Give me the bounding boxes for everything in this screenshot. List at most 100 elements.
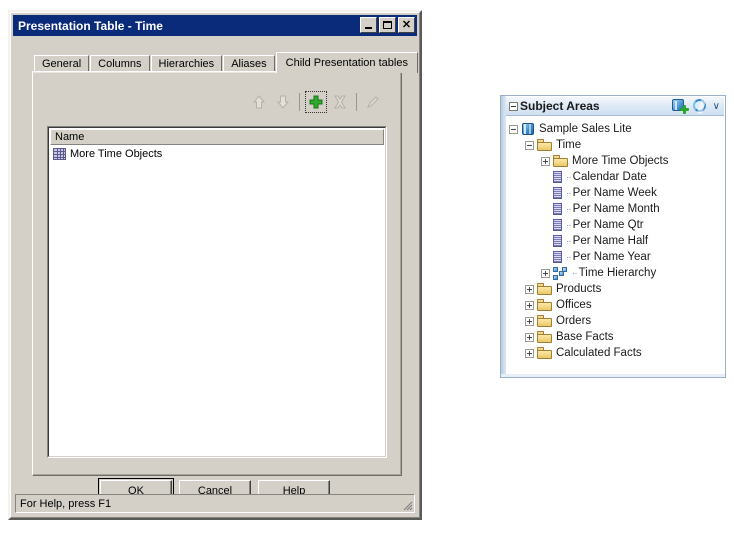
tree-connector: ·· <box>566 219 572 231</box>
subject-area-icon <box>521 122 535 136</box>
tree-item-label: Base Facts <box>556 331 614 343</box>
folder-icon <box>537 331 552 343</box>
tree-connector: ·· <box>572 267 578 279</box>
chevron-down-icon[interactable]: ∨ <box>713 101 720 112</box>
move-down-button[interactable] <box>271 90 295 114</box>
tree-item-per-name-year[interactable]: ·· Per Name Year <box>507 249 723 265</box>
minimize-button[interactable] <box>360 17 377 33</box>
folder-icon <box>537 347 552 359</box>
tree-item-sample-sales-lite[interactable]: Sample Sales Lite <box>507 121 723 137</box>
dialog-titlebar[interactable]: Presentation Table - Time ✕ <box>13 15 417 36</box>
list-item[interactable]: More Time Objects <box>49 146 385 162</box>
subject-areas-title: Subject Areas <box>520 99 600 113</box>
tree-item-base-facts[interactable]: Base Facts <box>507 329 723 345</box>
folder-body <box>537 302 552 311</box>
move-up-icon <box>252 95 266 109</box>
window-controls: ✕ <box>360 17 415 33</box>
listview-column-header-name[interactable]: Name <box>50 129 384 145</box>
plus-badge <box>679 105 689 114</box>
dialog-title: Presentation Table - Time <box>18 18 163 33</box>
presentation-table-dialog: Presentation Table - Time ✕ General Colu… <box>8 10 422 520</box>
folder-icon <box>537 283 552 295</box>
listview-surface: Name More Time Objects <box>48 127 386 457</box>
tree-item-label: Orders <box>556 315 592 327</box>
tab-panel: Name More Time Objects <box>32 71 402 476</box>
folder-body <box>537 286 552 295</box>
expander-plus-icon[interactable] <box>525 284 534 294</box>
tree-item-products[interactable]: Products <box>507 281 723 297</box>
edit-icon <box>367 96 379 108</box>
hierarchy-node-3 <box>553 274 558 280</box>
subject-areas-header: Subject Areas ∨ <box>506 97 724 116</box>
tree-item-label: Per Name Month <box>572 203 660 215</box>
expander-plus-icon[interactable] <box>525 300 534 310</box>
tree-item-calendar-date[interactable]: ·· Calendar Date <box>507 169 723 185</box>
status-bar: For Help, press F1 <box>15 494 415 513</box>
refresh-arc <box>692 99 706 112</box>
maximize-button[interactable] <box>379 17 396 33</box>
panel-header-icons: ∨ <box>671 98 724 114</box>
tree-item-label: Time Hierarchy <box>578 267 657 279</box>
column-icon <box>553 187 562 199</box>
child-tables-listview[interactable]: Name More Time Objects <box>47 126 387 458</box>
column-icon <box>553 235 562 247</box>
folder-icon <box>537 315 552 327</box>
expander-plus-icon[interactable] <box>525 316 534 326</box>
panel-left-strip <box>501 96 506 377</box>
add-icon <box>309 95 323 109</box>
move-down-icon <box>276 95 290 109</box>
status-bar-text: For Help, press F1 <box>20 497 112 510</box>
tab-child-presentation-tables[interactable]: Child Presentation tables <box>275 52 418 73</box>
tree-item-per-name-month[interactable]: ·· Per Name Month <box>507 201 723 217</box>
tree-connector: ·· <box>566 203 572 215</box>
folder-icon <box>553 155 568 167</box>
expander-plus-icon[interactable] <box>541 156 550 166</box>
tree-connector: ·· <box>566 235 572 247</box>
tree-item-label: Sample Sales Lite <box>539 123 632 135</box>
tree-connector: ·· <box>566 187 572 199</box>
resize-grip-icon[interactable] <box>401 499 413 511</box>
hierarchy-icon <box>553 266 568 280</box>
panel-bottom-strip <box>501 374 725 377</box>
folder-icon <box>537 139 552 151</box>
tree-item-per-name-half[interactable]: ·· Per Name Half <box>507 233 723 249</box>
close-button[interactable]: ✕ <box>398 17 415 33</box>
tree-item-label: Per Name Year <box>572 251 651 263</box>
subject-area-band-1 <box>524 124 526 134</box>
column-icon <box>553 219 562 231</box>
folder-body <box>537 350 552 359</box>
column-icon <box>553 251 562 263</box>
add-button[interactable] <box>304 90 328 114</box>
folder-body <box>537 318 552 327</box>
add-subject-area-icon[interactable] <box>671 98 689 114</box>
edit-button[interactable] <box>361 90 385 114</box>
expander-minus-icon[interactable] <box>525 140 534 150</box>
expander-plus-icon[interactable] <box>525 332 534 342</box>
column-icon <box>553 171 562 183</box>
tree-item-calculated-facts[interactable]: Calculated Facts <box>507 345 723 361</box>
maximize-icon <box>383 21 392 29</box>
refresh-icon[interactable] <box>692 98 709 114</box>
tree-item-time[interactable]: Time <box>507 137 723 153</box>
tree-item-offices[interactable]: Offices <box>507 297 723 313</box>
move-up-button[interactable] <box>247 90 271 114</box>
expander-minus-icon[interactable] <box>509 124 518 134</box>
delete-button[interactable] <box>328 90 352 114</box>
folder-icon <box>537 299 552 311</box>
expander-plus-icon[interactable] <box>525 348 534 358</box>
tree-item-more-time-objects[interactable]: More Time Objects <box>507 153 723 169</box>
expander-plus-icon[interactable] <box>541 268 550 278</box>
toolbar-separator-2 <box>356 93 357 111</box>
tree-item-label: Products <box>556 283 602 295</box>
presentation-table-icon <box>53 148 66 160</box>
tree-item-label: More Time Objects <box>572 155 669 167</box>
tree-item-per-name-qtr[interactable]: ·· Per Name Qtr <box>507 217 723 233</box>
subject-areas-panel: Subject Areas ∨ Sample Sales Lite Time M… <box>500 95 726 378</box>
tree-item-orders[interactable]: Orders <box>507 313 723 329</box>
tree-item-label: Per Name Qtr <box>572 219 644 231</box>
tree-item-per-name-week[interactable]: ·· Per Name Week <box>507 185 723 201</box>
collapse-panel-icon[interactable] <box>509 101 518 111</box>
tree-item-time-hierarchy[interactable]: ·· Time Hierarchy <box>507 265 723 281</box>
folder-body <box>537 334 552 343</box>
tree-item-label: Calculated Facts <box>556 347 642 359</box>
